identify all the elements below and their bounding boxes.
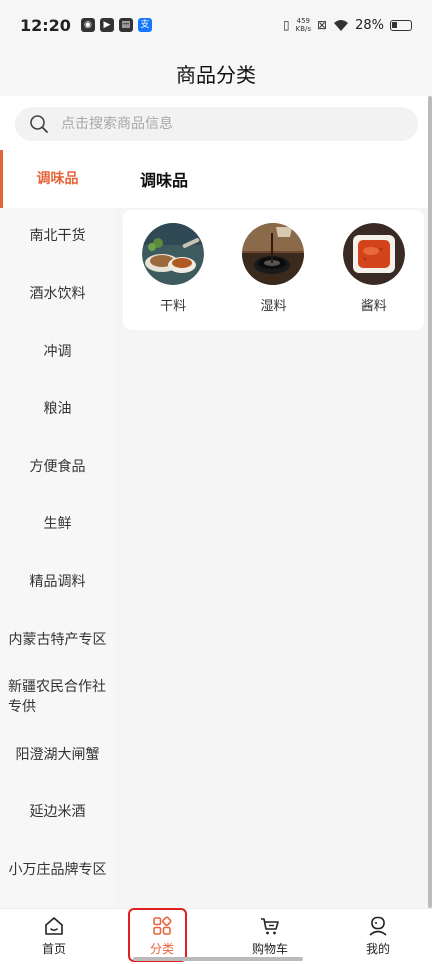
tab-home[interactable]: 首页: [0, 909, 108, 964]
alipay-notification-icon: 支: [137, 18, 152, 32]
sauce-photo: [342, 223, 405, 285]
status-bar: 12:20 ◉ ▶ ▤ 支 ▯ 459 KB/s ⊠ 28%: [0, 0, 432, 50]
section-header: 调味品: [115, 150, 432, 208]
tab-label: 分类: [149, 942, 174, 956]
sidebar-item-hairy-crab[interactable]: 阳澄湖大闸蟹: [0, 726, 115, 784]
sidebar-item-label: 小万庄品牌专区: [8, 861, 107, 878]
home-icon: [45, 917, 63, 935]
sidebar-item-instant-food[interactable]: 方便食品: [0, 438, 115, 496]
cart-icon: [261, 918, 279, 935]
tab-label: 购物车: [251, 942, 288, 956]
status-time: 12:20: [20, 15, 71, 35]
sidebar-item-label: 新疆农民合作社专供: [8, 679, 106, 716]
sidebar-item-xiaowanzhuang[interactable]: 小万庄品牌专区: [0, 841, 115, 899]
net-speed-value: 459: [296, 17, 311, 25]
sidebar-item-yanbian-rice-wine[interactable]: 延边米酒: [0, 784, 115, 842]
search-bar[interactable]: [15, 107, 418, 141]
wifi-icon: [334, 19, 349, 31]
subcategory-card: 干料 湿料 酱料: [123, 210, 424, 330]
subcategory-wet[interactable]: 湿料: [233, 223, 313, 330]
profile-icon: [369, 916, 387, 936]
sidebar-item-grain-oil[interactable]: 粮油: [0, 380, 115, 438]
battery-icon: [390, 19, 412, 31]
dry-seasoning-photo: [142, 223, 205, 285]
sidebar-item-label: 方便食品: [29, 458, 86, 475]
app-notification-icon: ◉: [80, 18, 95, 32]
play-notification-icon: ▶: [99, 18, 114, 32]
search-section: [0, 96, 432, 150]
sidebar-item-brewing[interactable]: 冲调: [0, 323, 115, 381]
wallet-notification-icon: ▤: [118, 18, 133, 32]
sidebar-item-dried-goods[interactable]: 南北干货: [0, 208, 115, 266]
sidebar-item-label: 冲调: [43, 343, 72, 360]
sidebar-item-xinjiang[interactable]: 新疆农民合作社专供: [0, 668, 115, 726]
sidebar-item-label: 阳澄湖大闸蟹: [15, 746, 100, 763]
subcategory-sauce[interactable]: 酱料: [334, 223, 414, 330]
category-content: 调味品 干料 湿料 酱料: [115, 150, 432, 908]
sidebar-item-drinks[interactable]: 酒水饮料: [0, 265, 115, 323]
subcategory-label: 湿料: [260, 299, 287, 314]
section-title: 调味品: [140, 171, 189, 190]
tab-cart[interactable]: 购物车: [216, 909, 324, 964]
notification-icons: ◉ ▶ ▤ 支: [80, 18, 152, 32]
scrollbar[interactable]: [428, 96, 432, 908]
sidebar-item-label: 生鲜: [43, 516, 72, 533]
tab-label: 我的: [365, 942, 390, 956]
vibrate-icon: ▯: [283, 18, 290, 32]
sidebar-item-label: 调味品: [36, 170, 79, 187]
network-speed: 459 KB/s: [296, 17, 311, 33]
no-sim-icon: ⊠: [317, 18, 328, 32]
subcategory-label: 干料: [160, 299, 187, 314]
tab-category[interactable]: 分类: [108, 909, 216, 964]
sidebar-item-premium-condiments[interactable]: 精品调料: [0, 553, 115, 611]
search-input[interactable]: [61, 116, 361, 132]
sidebar-item-label: 粮油: [43, 401, 72, 418]
sidebar-item-label: 内蒙古特产专区: [8, 631, 107, 648]
page-header: 商品分类: [0, 50, 432, 96]
sidebar-item-label: 酒水饮料: [29, 285, 86, 302]
category-sidebar: 调味品 南北干货 酒水饮料 冲调 粮油 方便食品 生鲜 精品调料 内蒙古特产专区…: [0, 150, 115, 908]
status-indicators: ▯ 459 KB/s ⊠ 28%: [283, 17, 412, 33]
tab-label: 首页: [41, 942, 66, 956]
bottom-tab-bar: 首页 分类 购物车 我的: [0, 908, 432, 964]
sidebar-item-label: 延边米酒: [29, 804, 86, 821]
net-speed-unit: KB/s: [295, 25, 312, 33]
home-indicator[interactable]: [133, 957, 303, 961]
sidebar-item-fresh[interactable]: 生鲜: [0, 496, 115, 554]
page-title: 商品分类: [176, 62, 256, 87]
subcategory-dry[interactable]: 干料: [133, 223, 213, 330]
sidebar-item-label: 精品调料: [29, 573, 86, 590]
search-icon: [30, 115, 48, 133]
sidebar-item-seasoning[interactable]: 调味品: [0, 150, 115, 208]
battery-percent: 28%: [355, 17, 384, 33]
tab-profile[interactable]: 我的: [324, 909, 432, 964]
subcategory-label: 酱料: [360, 299, 387, 314]
soy-sauce-photo: [242, 223, 305, 285]
sidebar-item-label: 南北干货: [29, 228, 86, 245]
category-icon: [153, 916, 172, 935]
sidebar-item-inner-mongolia[interactable]: 内蒙古特产专区: [0, 611, 115, 669]
